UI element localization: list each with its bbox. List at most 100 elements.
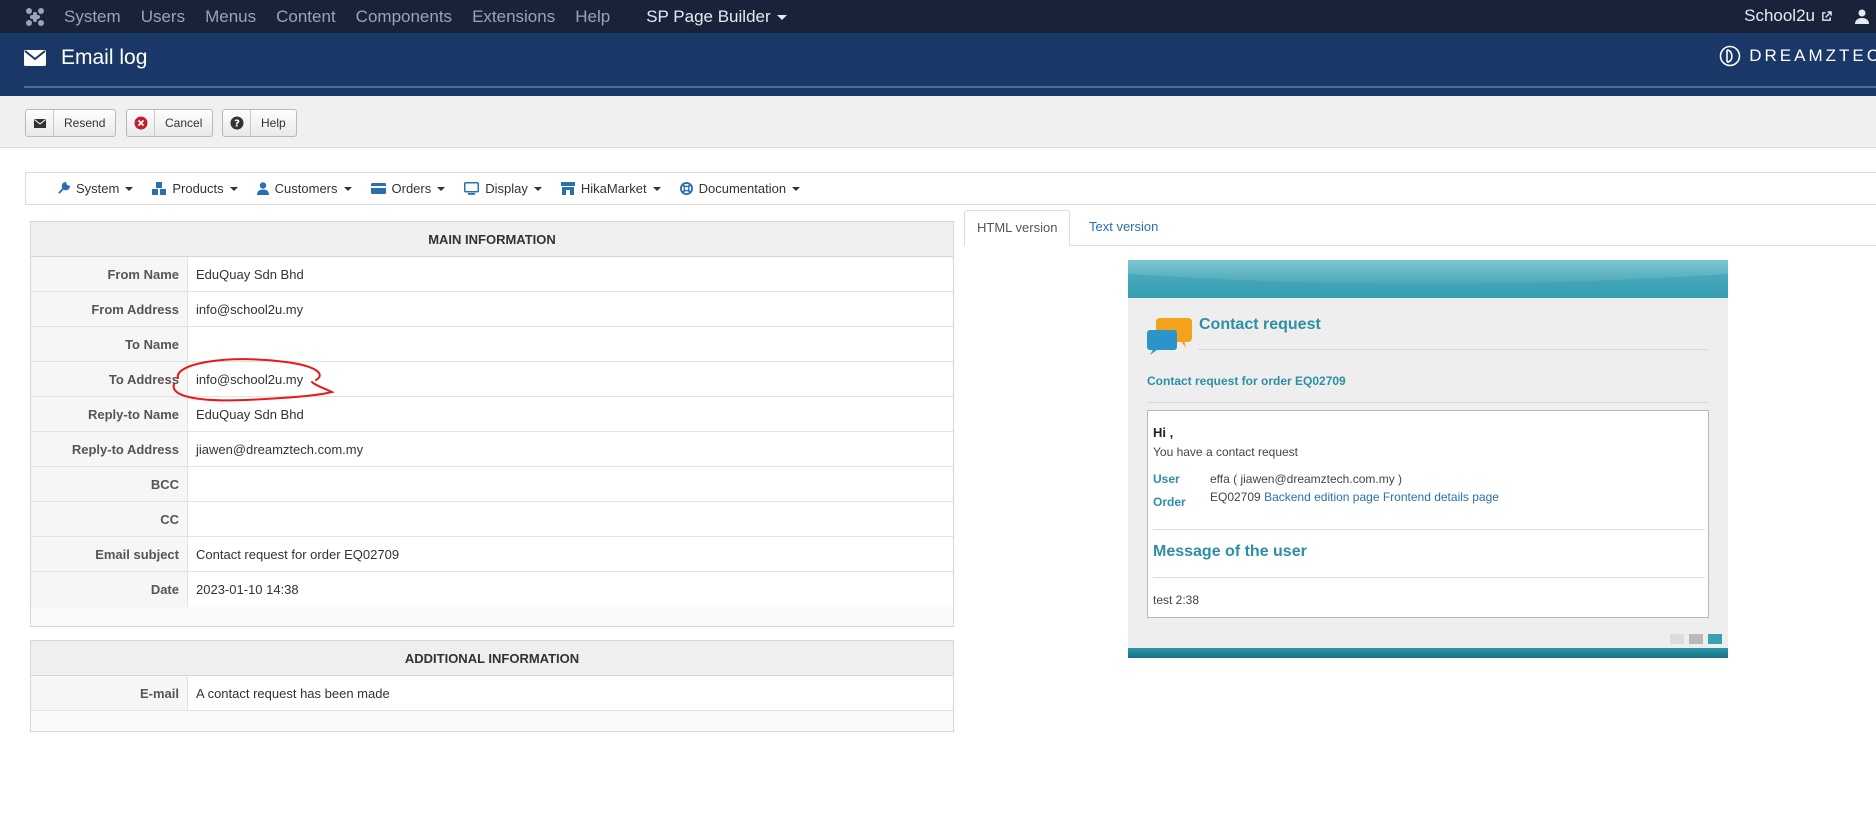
menu-documentation[interactable]: Documentation bbox=[679, 181, 801, 196]
email-preview: Contact request Contact request for orde… bbox=[1128, 260, 1728, 658]
menu-hikamarket[interactable]: HikaMarket bbox=[560, 181, 661, 196]
lifebuoy-icon bbox=[679, 182, 693, 195]
nav-sp-page-builder[interactable]: SP Page Builder bbox=[646, 7, 787, 27]
chevron-down-icon bbox=[533, 186, 542, 191]
table-row: Date 2023-01-10 14:38 bbox=[31, 572, 953, 607]
menu-products-label: Products bbox=[172, 181, 224, 196]
hikashop-menu: System Products Customers Orders Display… bbox=[25, 172, 1876, 205]
row-label: CC bbox=[31, 502, 188, 536]
row-label: E-mail bbox=[31, 676, 188, 710]
row-value bbox=[188, 502, 953, 536]
frontend-details-link[interactable]: Frontend details page bbox=[1383, 490, 1499, 504]
row-value: Contact request for order EQ02709 bbox=[188, 537, 953, 571]
credit-card-icon bbox=[370, 183, 386, 194]
table-row: Reply-to Name EduQuay Sdn Bhd bbox=[31, 397, 953, 432]
row-value bbox=[188, 327, 953, 361]
menu-system-label: System bbox=[76, 181, 120, 196]
table-row: CC bbox=[31, 502, 953, 537]
divider bbox=[1198, 349, 1708, 350]
row-value: 2023-01-10 14:38 bbox=[188, 572, 953, 607]
joomla-logo-icon[interactable] bbox=[24, 6, 46, 28]
chevron-down-icon bbox=[437, 186, 446, 191]
question-icon: ? bbox=[223, 110, 251, 136]
cancel-button[interactable]: Cancel bbox=[126, 109, 214, 137]
menu-display-label: Display bbox=[485, 181, 528, 196]
email-heading: Contact request bbox=[1199, 316, 1321, 333]
nav-system[interactable]: System bbox=[64, 7, 121, 27]
nav-extensions[interactable]: Extensions bbox=[472, 7, 555, 27]
cancel-label: Cancel bbox=[165, 116, 203, 130]
user-value: effa ( jiawen@dreamztech.com.my ) bbox=[1210, 472, 1403, 486]
menu-orders-label: Orders bbox=[391, 181, 432, 196]
resend-button[interactable]: Resend bbox=[25, 109, 117, 137]
menu-display[interactable]: Display bbox=[464, 181, 542, 196]
row-value: EduQuay Sdn Bhd bbox=[188, 257, 953, 291]
user-icon[interactable] bbox=[1854, 8, 1870, 24]
message-heading: Message of the user bbox=[1153, 543, 1307, 560]
row-label: Reply-to Address bbox=[31, 432, 188, 466]
row-value: A contact request has been made bbox=[188, 676, 953, 710]
nav-users[interactable]: Users bbox=[141, 7, 185, 27]
menu-system[interactable]: System bbox=[57, 181, 134, 196]
page-title: Email log bbox=[61, 46, 148, 69]
tab-html-version[interactable]: HTML version bbox=[964, 210, 1071, 246]
email-body-box: Hi , You have a contact request User eff… bbox=[1147, 410, 1709, 618]
footer-square bbox=[1689, 634, 1703, 644]
wrench-icon bbox=[58, 182, 70, 194]
row-value: info@school2u.my bbox=[188, 292, 953, 326]
table-row: From Name EduQuay Sdn Bhd bbox=[31, 257, 953, 292]
order-value: EQ02709 Backend edition page Frontend de… bbox=[1210, 490, 1499, 504]
chevron-down-icon bbox=[125, 186, 134, 191]
user-label: User bbox=[1153, 472, 1180, 486]
order-number: EQ02709 bbox=[1210, 490, 1261, 504]
email-greeting: Hi , bbox=[1153, 425, 1174, 440]
table-row: From Address info@school2u.my bbox=[31, 292, 953, 327]
envelope-icon bbox=[26, 110, 54, 136]
site-link[interactable]: School2u bbox=[1744, 6, 1832, 26]
resend-label: Resend bbox=[64, 116, 106, 130]
footer-square bbox=[1670, 634, 1684, 644]
menu-customers[interactable]: Customers bbox=[256, 181, 352, 196]
row-label: Reply-to Name bbox=[31, 397, 188, 431]
help-button[interactable]: ? Help bbox=[222, 109, 297, 137]
backend-edition-link[interactable]: Backend edition page bbox=[1264, 490, 1379, 504]
nav-menus[interactable]: Menus bbox=[205, 7, 256, 27]
divider bbox=[1147, 402, 1709, 403]
help-label: Help bbox=[261, 116, 286, 130]
chevron-down-icon bbox=[229, 186, 238, 191]
top-navbar: System Users Menus Content Components Ex… bbox=[0, 0, 1876, 33]
tab-text-version[interactable]: Text version bbox=[1077, 210, 1170, 246]
nav-help[interactable]: Help bbox=[575, 7, 610, 27]
nav-components[interactable]: Components bbox=[356, 7, 452, 27]
page-header: Email log DREAMZTEC bbox=[0, 33, 1876, 96]
version-tabs: HTML version Text version bbox=[964, 210, 1876, 246]
cubes-icon bbox=[152, 182, 167, 195]
user-message: test 2:38 bbox=[1153, 593, 1200, 607]
chevron-down-icon bbox=[776, 14, 787, 20]
chevron-down-icon bbox=[652, 186, 661, 191]
row-value bbox=[188, 467, 953, 501]
external-link-icon bbox=[1822, 10, 1832, 21]
row-label: BCC bbox=[31, 467, 188, 501]
divider bbox=[1153, 577, 1705, 578]
email-top-band bbox=[1128, 260, 1728, 298]
footer-square bbox=[1708, 634, 1722, 644]
monitor-icon bbox=[464, 182, 480, 195]
nav-content[interactable]: Content bbox=[276, 7, 336, 27]
order-label: Order bbox=[1153, 495, 1186, 509]
row-label: From Address bbox=[31, 292, 188, 326]
row-label: To Address bbox=[31, 362, 188, 396]
brand-name: DREAMZTEC bbox=[1749, 46, 1876, 65]
header-divider bbox=[24, 86, 1876, 88]
menu-products[interactable]: Products bbox=[152, 181, 238, 196]
table-row: To Name bbox=[31, 327, 953, 362]
email-intro: You have a contact request bbox=[1153, 445, 1298, 459]
menu-documentation-label: Documentation bbox=[698, 181, 787, 196]
table-row: Email subject Contact request for order E… bbox=[31, 537, 953, 572]
brand-logo: DREAMZTEC bbox=[1719, 45, 1876, 67]
additional-information-heading: ADDITIONAL INFORMATION bbox=[31, 641, 953, 676]
menu-orders[interactable]: Orders bbox=[370, 181, 446, 196]
menu-customers-label: Customers bbox=[274, 181, 338, 196]
row-value: EduQuay Sdn Bhd bbox=[188, 397, 953, 431]
additional-information-panel: ADDITIONAL INFORMATION E-mail A contact r… bbox=[30, 640, 954, 732]
